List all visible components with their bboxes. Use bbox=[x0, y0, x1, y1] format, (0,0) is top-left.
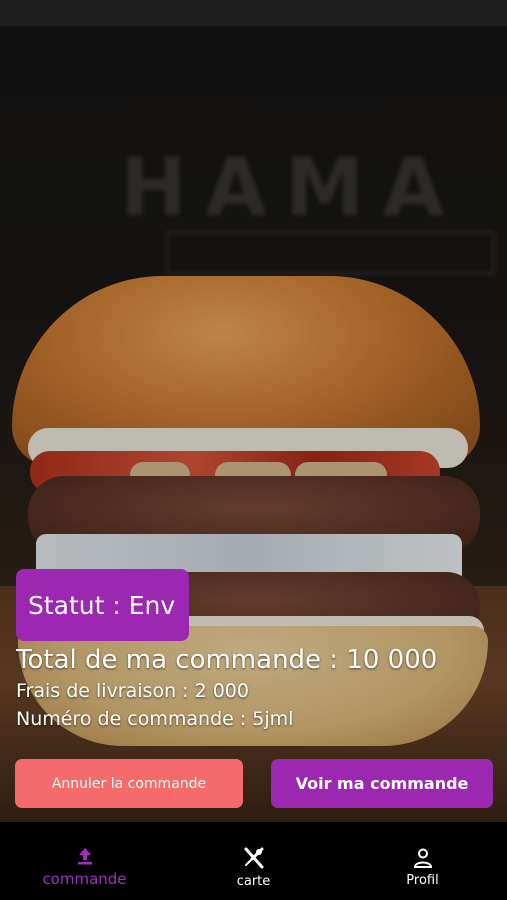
nav-item-commande[interactable]: commande bbox=[0, 834, 169, 900]
cutlery-icon bbox=[244, 847, 263, 868]
bottom-navigation: commande carte Profil bbox=[0, 834, 507, 900]
status-bar bbox=[0, 0, 507, 26]
status-text: Statut : Env bbox=[28, 590, 176, 620]
person-icon bbox=[413, 848, 432, 868]
nav-label: Profil bbox=[406, 872, 439, 888]
order-total: Total de ma commande : 10 000 bbox=[16, 645, 438, 675]
upload-icon bbox=[77, 848, 92, 865]
image-overlay bbox=[0, 26, 507, 822]
burger-image: HAMA bbox=[0, 26, 507, 822]
view-order-button[interactable]: Voir ma commande bbox=[271, 759, 493, 808]
cancel-order-button[interactable]: Annuler la commande bbox=[15, 759, 243, 808]
nav-label: carte bbox=[236, 873, 271, 889]
nav-item-profil[interactable]: Profil bbox=[338, 834, 507, 900]
nav-item-carte[interactable]: carte bbox=[169, 834, 338, 900]
nav-label: commande bbox=[42, 870, 127, 888]
order-number: Numéro de commande : 5jml bbox=[16, 708, 294, 730]
status-badge: Statut : Env bbox=[16, 569, 189, 641]
delivery-fee: Frais de livraison : 2 000 bbox=[16, 680, 249, 702]
